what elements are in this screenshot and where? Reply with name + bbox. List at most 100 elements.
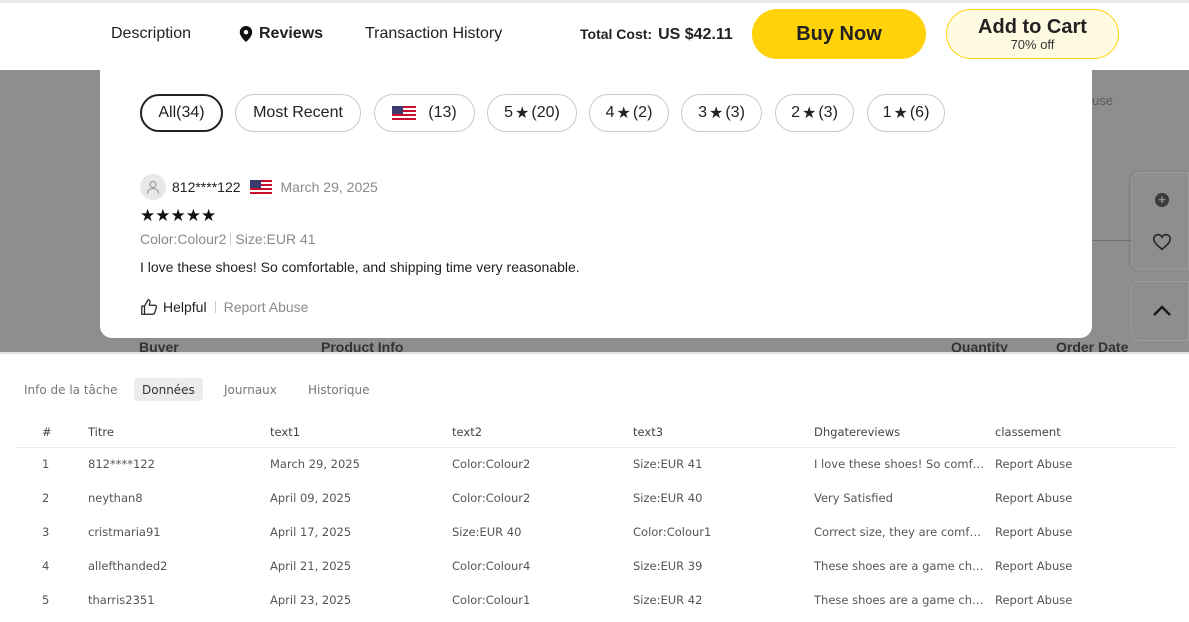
filter-1-star[interactable]: 1 ★ (6) <box>867 94 945 132</box>
filter-1-star-value: 1 <box>882 104 892 121</box>
add-to-cart-label: Add to Cart <box>978 16 1087 38</box>
report-abuse-link[interactable]: Report Abuse <box>224 299 309 315</box>
avatar <box>140 174 166 200</box>
review-variant-info: Color:Colour2 Size:EUR 41 <box>140 231 316 247</box>
table-body: 1 812****122 March 29, 2025 Color:Colour2 Si… <box>16 447 1176 617</box>
backdrop-header-quantity: Quantity <box>951 339 1008 352</box>
reviews-modal: All(34) Most Recent (13) 5 ★ (20) 4 ★ (2) 3 ★… <box>100 70 1092 338</box>
star-icon: ★ <box>802 105 817 122</box>
table-cell: Report Abuse <box>995 491 1073 505</box>
actions-divider <box>214 301 216 313</box>
column-header-index[interactable]: # <box>16 417 88 448</box>
filter-country-us[interactable]: (13) <box>374 94 475 132</box>
filter-5-star-value: 5 <box>504 104 514 121</box>
star-icon: ★ <box>709 105 724 122</box>
tab-task-info[interactable]: Info de la tâche <box>16 378 126 401</box>
table-cell: 4 <box>42 559 50 573</box>
review-color: Color:Colour2 <box>140 231 227 247</box>
back-to-top-widget[interactable] <box>1131 281 1189 341</box>
chevron-up-icon[interactable] <box>1152 304 1172 318</box>
star-icon: ★ <box>515 105 530 122</box>
filter-country-count: (13) <box>428 104 457 121</box>
total-cost-label: Total Cost: <box>580 26 653 42</box>
total-cost-value: US $42.11 <box>658 26 733 43</box>
column-header-text1[interactable]: text1 <box>270 417 452 448</box>
thumbs-up-icon <box>141 299 158 315</box>
backdrop-partial-text: use <box>1092 93 1113 108</box>
us-flag-icon <box>392 105 417 121</box>
backdrop-line <box>1092 240 1132 241</box>
table-cell: April 17, 2025 <box>270 525 352 539</box>
task-data-panel: Info de la tâche Données Journaux Histor… <box>0 352 1189 622</box>
user-icon <box>146 180 160 194</box>
tab-logs[interactable]: Journaux <box>216 378 285 401</box>
table-row[interactable]: 2 neythan8 April 09, 2025 Color:Colour2 Size… <box>16 481 1176 515</box>
filter-5-star[interactable]: 5 ★ (20) <box>487 94 577 132</box>
filter-4-star-count: (2) <box>632 104 653 121</box>
review-size: Size:EUR 41 <box>235 231 316 247</box>
helpful-label: Helpful <box>163 299 207 315</box>
review-date: March 29, 2025 <box>280 179 378 195</box>
tab-reviews-label: Reviews <box>259 25 324 42</box>
table-row[interactable]: 4 allefthanded2 April 21, 2025 Color:Colour… <box>16 549 1176 583</box>
column-header-dhgatereviews[interactable]: Dhgatereviews <box>814 417 995 448</box>
filter-2-star-count: (3) <box>818 104 838 121</box>
table-cell: March 29, 2025 <box>270 457 360 472</box>
table-cell: Very Satisfied <box>814 491 893 505</box>
filter-4-star-value: 4 <box>605 104 615 121</box>
tab-history[interactable]: Historique <box>300 378 378 401</box>
table-row[interactable]: 5 tharris2351 April 23, 2025 Color:Colour1 S… <box>16 583 1176 617</box>
table-cell: Color:Colour4 <box>452 559 531 573</box>
location-pin-icon <box>239 26 253 42</box>
filter-2-star-value: 2 <box>791 104 800 121</box>
star-rating: ★★★★★ <box>140 206 217 225</box>
table-cell: tharris2351 <box>88 593 155 607</box>
filter-all[interactable]: All(34) <box>140 94 223 132</box>
table-cell: Size:EUR 42 <box>633 593 703 607</box>
buy-now-button[interactable]: Buy Now <box>752 9 926 59</box>
add-icon[interactable]: + <box>1155 193 1169 207</box>
table-cell: These shoes are a game cha… <box>814 593 991 607</box>
reviewer-name: 812****122 <box>172 179 241 195</box>
add-to-cart-button[interactable]: Add to Cart 70% off <box>946 9 1119 59</box>
column-header-classement[interactable]: classement <box>995 417 1176 448</box>
filter-most-recent[interactable]: Most Recent <box>235 94 361 132</box>
backdrop-header-order-date: Order Date <box>1056 339 1129 352</box>
product-topbar: Description Reviews Transaction History … <box>0 0 1189 70</box>
star-icon: ★ <box>616 105 631 122</box>
heart-icon[interactable] <box>1152 233 1172 251</box>
tab-description[interactable]: Description <box>111 25 191 43</box>
table-header-row: # Titre text1 text2 text3 Dhgatereviews … <box>16 417 1176 448</box>
table-row[interactable]: 3 cristmaria91 April 17, 2025 Size:EUR 40 Co… <box>16 515 1176 549</box>
table-cell: allefthanded2 <box>88 559 168 573</box>
filter-5-star-count: (20) <box>531 104 560 121</box>
table-cell: Report Abuse <box>995 593 1073 607</box>
table-cell: Report Abuse <box>995 457 1073 472</box>
total-cost: Total Cost: US $42.11 <box>580 26 733 44</box>
backdrop-table-header: Buyer Product Info Quantity Order Date <box>0 338 1189 352</box>
table-cell: cristmaria91 <box>88 525 161 539</box>
table-cell: Correct size, they are comfor… <box>814 525 993 539</box>
table-cell: Size:EUR 40 <box>633 491 703 505</box>
helpful-button[interactable]: Helpful <box>140 298 207 316</box>
filter-2-star[interactable]: 2 ★ (3) <box>775 94 854 132</box>
column-header-text3[interactable]: text3 <box>633 417 814 448</box>
table-cell: These shoes are a game cha… <box>814 559 991 573</box>
table-cell: Report Abuse <box>995 525 1073 539</box>
table-cell: Color:Colour1 <box>452 593 531 607</box>
column-header-text2[interactable]: text2 <box>452 417 633 448</box>
tab-reviews[interactable]: Reviews <box>239 25 323 43</box>
column-header-titre[interactable]: Titre <box>88 417 270 448</box>
tab-data[interactable]: Données <box>134 378 203 401</box>
backdrop-header-product-info: Product Info <box>321 339 404 352</box>
table-cell: Report Abuse <box>995 559 1073 573</box>
table-row[interactable]: 1 812****122 March 29, 2025 Color:Colour2 Si… <box>16 447 1176 481</box>
review-actions: Helpful Report Abuse <box>140 298 308 316</box>
tab-transaction-history[interactable]: Transaction History <box>365 25 502 43</box>
filter-4-star[interactable]: 4 ★ (2) <box>589 94 669 132</box>
table-cell: Color:Colour2 <box>452 457 531 472</box>
filter-3-star[interactable]: 3 ★ (3) <box>681 94 762 132</box>
filter-most-recent-label: Most Recent <box>253 104 343 121</box>
table-cell: 2 <box>42 491 50 505</box>
review-text: I love these shoes! So comfortable, and … <box>140 259 580 275</box>
